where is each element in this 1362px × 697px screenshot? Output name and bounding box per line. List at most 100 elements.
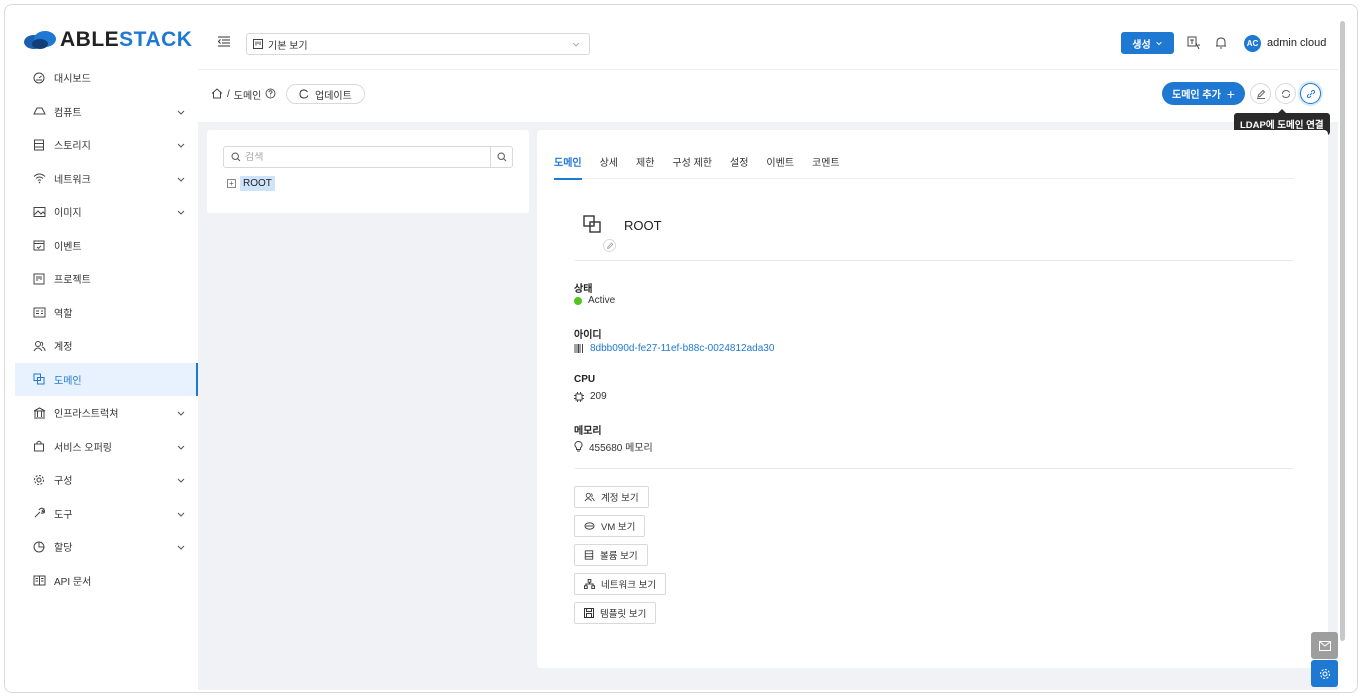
user-name[interactable]: admin cloud [1267,37,1326,49]
view-vms-button[interactable]: VM 보기 [574,515,646,537]
sidebar-item-label: 도메인 [54,375,82,387]
tree-node-label[interactable]: ROOT [240,176,275,191]
sidebar-item-label: 프로젝트 [54,275,91,287]
sidebar-item-tools[interactable]: 도구 [15,497,198,531]
translate-icon[interactable] [1186,35,1202,51]
sidebar-item-service-offering[interactable]: 서비스 오퍼링 [15,430,198,464]
sidebar-item-domain[interactable]: 도메인 [15,362,198,396]
sync-icon [1281,89,1290,98]
id-label: 아이디 [574,330,602,341]
sidebar-item-compute[interactable]: 컴퓨트 [15,95,198,129]
edit-icon[interactable] [603,239,616,252]
cloud-icon [584,522,595,530]
cloud-icon [32,104,46,118]
create-button[interactable]: 생성 [1121,32,1174,54]
breadcrumb: / 도메인 [211,87,276,102]
sidebar-item-storage[interactable]: 스토리지 [15,128,198,162]
sidebar-item-label: 계정 [54,342,73,354]
chevron-down-icon [177,110,185,115]
menu-fold-icon[interactable] [217,36,230,50]
add-domain-label: 도메인 추가 [1172,90,1221,101]
search-input[interactable] [245,151,485,163]
link-icon [1306,89,1315,98]
network-icon [584,579,595,589]
bell-icon[interactable] [1213,35,1229,51]
sidebar-item-label: 인프라스트럭쳐 [54,409,119,421]
domain-detail-panel: 도메인 상세 제한 구성 제한 설정 이벤트 코멘트 ROOT 상태 Activ… [537,130,1328,668]
sidebar-item-network[interactable]: 네트워크 [15,162,198,196]
id-text[interactable]: 8dbb090d-fe27-11ef-b88c-0024812ada30 [590,343,774,354]
chip-icon [574,391,584,402]
domain-name: ROOT [624,218,662,233]
chevron-down-icon [177,411,185,416]
logo[interactable]: ABLESTACK [23,28,193,51]
edit-domain-button[interactable] [1250,83,1271,104]
edit-icon [1256,89,1265,99]
tab-config-limits[interactable]: 구성 제한 [672,157,712,179]
plus-icon: + [1226,85,1235,102]
cpu-value: 209 [574,391,607,402]
block-icon [32,372,46,386]
home-icon[interactable] [211,87,223,102]
view-select[interactable]: 기본 보기 [246,33,590,55]
view-templates-label: 템플릿 보기 [600,609,647,620]
update-button[interactable]: 업데이트 [286,84,365,104]
add-domain-button[interactable]: 도메인 추가 + [1162,82,1245,105]
sync-button[interactable] [1275,83,1296,104]
cpu-label: CPU [574,374,596,385]
state-text: Active [588,295,616,306]
state-value: Active [574,295,615,306]
piechart-icon [32,540,46,554]
sidebar-item-label: 역할 [54,308,73,320]
header-bar: 기본 보기 생성 AC admin cloud [198,15,1338,70]
message-button[interactable] [1311,632,1338,659]
scrollbar[interactable] [1340,21,1345,641]
storage-icon [32,138,46,152]
chevron-down-icon [177,545,185,550]
sidebar-item-label: 구성 [54,476,73,488]
tree-node-root[interactable]: + ROOT [227,176,275,191]
view-accounts-button[interactable]: 계정 보기 [574,486,649,508]
barcode-icon [574,344,583,353]
tab-settings[interactable]: 설정 [730,157,748,179]
sidebar-item-quota[interactable]: 할당 [15,530,198,564]
search-button[interactable] [490,147,512,167]
tab-events[interactable]: 이벤트 [766,157,794,179]
sidebar-item-account[interactable]: 계정 [15,329,198,363]
sidebar: ABLESTACK 대시보드 컴퓨트 스토리지 네트워크 이미지 이벤트 프로젝… [15,15,198,690]
sidebar-item-configuration[interactable]: 구성 [15,463,198,497]
reload-icon [299,89,309,99]
view-volumes-label: 볼륨 보기 [600,551,638,562]
setting-icon [1319,668,1330,679]
cpu-text: 209 [590,391,607,402]
logo-text: ABLESTACK [60,28,193,51]
divider [575,468,1293,469]
bulb-icon [574,441,583,452]
view-templates-button[interactable]: 템플릿 보기 [574,602,657,624]
chevron-down-icon [177,177,185,182]
tab-details[interactable]: 상세 [600,157,618,179]
tab-domain[interactable]: 도메인 [554,157,582,180]
link-ldap-button[interactable] [1300,83,1321,104]
sidebar-item-label: 대시보드 [54,74,91,86]
tab-comments[interactable]: 코멘트 [812,157,840,179]
id-value[interactable]: 8dbb090d-fe27-11ef-b88c-0024812ada30 [574,343,774,354]
sidebar-item-image[interactable]: 이미지 [15,195,198,229]
question-circle-icon[interactable] [265,88,276,102]
tab-limits[interactable]: 제한 [636,157,654,179]
expand-icon[interactable]: + [227,179,236,188]
sidebar-item-project[interactable]: 프로젝트 [15,262,198,296]
divider [575,260,1293,261]
team-icon [32,339,46,353]
view-networks-button[interactable]: 네트워크 보기 [574,573,667,595]
sidebar-item-events[interactable]: 이벤트 [15,229,198,263]
sidebar-item-role[interactable]: 역할 [15,296,198,330]
view-volumes-button[interactable]: 볼륨 보기 [574,544,648,566]
settings-button[interactable] [1311,660,1338,687]
avatar[interactable]: AC [1244,35,1261,52]
sidebar-item-label: 스토리지 [54,141,91,153]
sidebar-item-dashboard[interactable]: 대시보드 [15,61,198,95]
sidebar-item-infrastructure[interactable]: 인프라스트럭쳐 [15,396,198,430]
search-icon [496,152,506,162]
sidebar-item-api-docs[interactable]: API 문서 [15,564,198,598]
